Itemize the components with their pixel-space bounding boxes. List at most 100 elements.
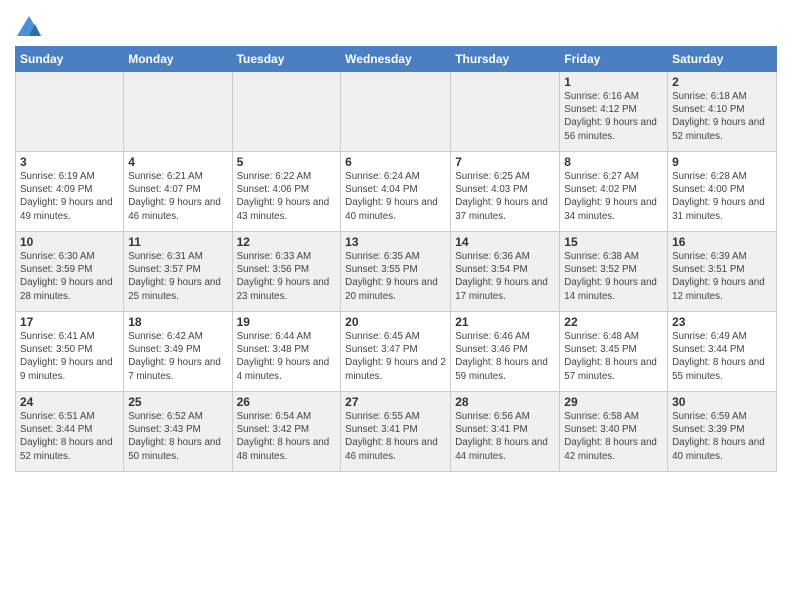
calendar-cell: 20Sunrise: 6:45 AM Sunset: 3:47 PM Dayli…	[341, 312, 451, 392]
day-info: Sunrise: 6:51 AM Sunset: 3:44 PM Dayligh…	[20, 410, 119, 463]
day-number: 21	[455, 315, 555, 329]
day-info: Sunrise: 6:48 AM Sunset: 3:45 PM Dayligh…	[564, 330, 663, 383]
day-info: Sunrise: 6:59 AM Sunset: 3:39 PM Dayligh…	[672, 410, 772, 463]
calendar-cell: 9Sunrise: 6:28 AM Sunset: 4:00 PM Daylig…	[668, 152, 777, 232]
calendar-cell: 28Sunrise: 6:56 AM Sunset: 3:41 PM Dayli…	[451, 392, 560, 472]
calendar-cell: 17Sunrise: 6:41 AM Sunset: 3:50 PM Dayli…	[16, 312, 124, 392]
header	[15, 10, 777, 42]
day-info: Sunrise: 6:54 AM Sunset: 3:42 PM Dayligh…	[237, 410, 337, 463]
day-number: 17	[20, 315, 119, 329]
calendar-cell: 24Sunrise: 6:51 AM Sunset: 3:44 PM Dayli…	[16, 392, 124, 472]
calendar-cell: 14Sunrise: 6:36 AM Sunset: 3:54 PM Dayli…	[451, 232, 560, 312]
calendar-cell	[124, 72, 232, 152]
calendar-week-row: 3Sunrise: 6:19 AM Sunset: 4:09 PM Daylig…	[16, 152, 777, 232]
day-number: 5	[237, 155, 337, 169]
calendar-cell: 23Sunrise: 6:49 AM Sunset: 3:44 PM Dayli…	[668, 312, 777, 392]
day-info: Sunrise: 6:16 AM Sunset: 4:12 PM Dayligh…	[564, 90, 663, 143]
calendar-cell: 6Sunrise: 6:24 AM Sunset: 4:04 PM Daylig…	[341, 152, 451, 232]
day-info: Sunrise: 6:24 AM Sunset: 4:04 PM Dayligh…	[345, 170, 446, 223]
calendar-header-sunday: Sunday	[16, 47, 124, 72]
calendar-cell: 16Sunrise: 6:39 AM Sunset: 3:51 PM Dayli…	[668, 232, 777, 312]
calendar-cell: 19Sunrise: 6:44 AM Sunset: 3:48 PM Dayli…	[232, 312, 341, 392]
day-info: Sunrise: 6:19 AM Sunset: 4:09 PM Dayligh…	[20, 170, 119, 223]
day-info: Sunrise: 6:18 AM Sunset: 4:10 PM Dayligh…	[672, 90, 772, 143]
day-number: 30	[672, 395, 772, 409]
day-info: Sunrise: 6:45 AM Sunset: 3:47 PM Dayligh…	[345, 330, 446, 383]
calendar-header-saturday: Saturday	[668, 47, 777, 72]
calendar-cell: 13Sunrise: 6:35 AM Sunset: 3:55 PM Dayli…	[341, 232, 451, 312]
calendar-cell: 10Sunrise: 6:30 AM Sunset: 3:59 PM Dayli…	[16, 232, 124, 312]
day-info: Sunrise: 6:55 AM Sunset: 3:41 PM Dayligh…	[345, 410, 446, 463]
day-info: Sunrise: 6:33 AM Sunset: 3:56 PM Dayligh…	[237, 250, 337, 303]
day-number: 13	[345, 235, 446, 249]
calendar-cell	[341, 72, 451, 152]
day-number: 24	[20, 395, 119, 409]
calendar-week-row: 10Sunrise: 6:30 AM Sunset: 3:59 PM Dayli…	[16, 232, 777, 312]
day-number: 14	[455, 235, 555, 249]
day-info: Sunrise: 6:25 AM Sunset: 4:03 PM Dayligh…	[455, 170, 555, 223]
day-info: Sunrise: 6:22 AM Sunset: 4:06 PM Dayligh…	[237, 170, 337, 223]
day-number: 25	[128, 395, 227, 409]
day-info: Sunrise: 6:44 AM Sunset: 3:48 PM Dayligh…	[237, 330, 337, 383]
day-number: 6	[345, 155, 446, 169]
calendar-cell: 1Sunrise: 6:16 AM Sunset: 4:12 PM Daylig…	[560, 72, 668, 152]
calendar-cell	[451, 72, 560, 152]
calendar-cell	[232, 72, 341, 152]
calendar-cell: 5Sunrise: 6:22 AM Sunset: 4:06 PM Daylig…	[232, 152, 341, 232]
day-info: Sunrise: 6:35 AM Sunset: 3:55 PM Dayligh…	[345, 250, 446, 303]
day-number: 10	[20, 235, 119, 249]
calendar-cell: 30Sunrise: 6:59 AM Sunset: 3:39 PM Dayli…	[668, 392, 777, 472]
calendar-cell: 29Sunrise: 6:58 AM Sunset: 3:40 PM Dayli…	[560, 392, 668, 472]
calendar-cell: 4Sunrise: 6:21 AM Sunset: 4:07 PM Daylig…	[124, 152, 232, 232]
day-info: Sunrise: 6:36 AM Sunset: 3:54 PM Dayligh…	[455, 250, 555, 303]
day-number: 15	[564, 235, 663, 249]
day-info: Sunrise: 6:52 AM Sunset: 3:43 PM Dayligh…	[128, 410, 227, 463]
day-info: Sunrise: 6:49 AM Sunset: 3:44 PM Dayligh…	[672, 330, 772, 383]
calendar-header-row: SundayMondayTuesdayWednesdayThursdayFrid…	[16, 47, 777, 72]
calendar-cell: 25Sunrise: 6:52 AM Sunset: 3:43 PM Dayli…	[124, 392, 232, 472]
day-number: 22	[564, 315, 663, 329]
day-info: Sunrise: 6:27 AM Sunset: 4:02 PM Dayligh…	[564, 170, 663, 223]
calendar-header-friday: Friday	[560, 47, 668, 72]
calendar-cell: 8Sunrise: 6:27 AM Sunset: 4:02 PM Daylig…	[560, 152, 668, 232]
day-number: 12	[237, 235, 337, 249]
calendar-cell: 2Sunrise: 6:18 AM Sunset: 4:10 PM Daylig…	[668, 72, 777, 152]
calendar-cell: 18Sunrise: 6:42 AM Sunset: 3:49 PM Dayli…	[124, 312, 232, 392]
day-info: Sunrise: 6:46 AM Sunset: 3:46 PM Dayligh…	[455, 330, 555, 383]
day-info: Sunrise: 6:58 AM Sunset: 3:40 PM Dayligh…	[564, 410, 663, 463]
day-number: 26	[237, 395, 337, 409]
day-info: Sunrise: 6:28 AM Sunset: 4:00 PM Dayligh…	[672, 170, 772, 223]
calendar-header-tuesday: Tuesday	[232, 47, 341, 72]
calendar-cell: 3Sunrise: 6:19 AM Sunset: 4:09 PM Daylig…	[16, 152, 124, 232]
calendar-cell: 27Sunrise: 6:55 AM Sunset: 3:41 PM Dayli…	[341, 392, 451, 472]
day-number: 3	[20, 155, 119, 169]
day-info: Sunrise: 6:56 AM Sunset: 3:41 PM Dayligh…	[455, 410, 555, 463]
day-number: 4	[128, 155, 227, 169]
calendar-header-thursday: Thursday	[451, 47, 560, 72]
logo-icon	[15, 14, 43, 42]
calendar-header-wednesday: Wednesday	[341, 47, 451, 72]
day-info: Sunrise: 6:31 AM Sunset: 3:57 PM Dayligh…	[128, 250, 227, 303]
day-info: Sunrise: 6:41 AM Sunset: 3:50 PM Dayligh…	[20, 330, 119, 383]
logo	[15, 14, 47, 42]
day-number: 18	[128, 315, 227, 329]
calendar-cell: 11Sunrise: 6:31 AM Sunset: 3:57 PM Dayli…	[124, 232, 232, 312]
calendar-cell: 15Sunrise: 6:38 AM Sunset: 3:52 PM Dayli…	[560, 232, 668, 312]
calendar-cell	[16, 72, 124, 152]
calendar-week-row: 1Sunrise: 6:16 AM Sunset: 4:12 PM Daylig…	[16, 72, 777, 152]
day-info: Sunrise: 6:38 AM Sunset: 3:52 PM Dayligh…	[564, 250, 663, 303]
calendar-cell: 22Sunrise: 6:48 AM Sunset: 3:45 PM Dayli…	[560, 312, 668, 392]
day-number: 28	[455, 395, 555, 409]
day-number: 19	[237, 315, 337, 329]
day-number: 16	[672, 235, 772, 249]
day-number: 2	[672, 75, 772, 89]
day-number: 20	[345, 315, 446, 329]
day-number: 8	[564, 155, 663, 169]
day-info: Sunrise: 6:21 AM Sunset: 4:07 PM Dayligh…	[128, 170, 227, 223]
day-number: 27	[345, 395, 446, 409]
day-number: 1	[564, 75, 663, 89]
day-info: Sunrise: 6:42 AM Sunset: 3:49 PM Dayligh…	[128, 330, 227, 383]
day-number: 11	[128, 235, 227, 249]
calendar-cell: 12Sunrise: 6:33 AM Sunset: 3:56 PM Dayli…	[232, 232, 341, 312]
calendar-week-row: 24Sunrise: 6:51 AM Sunset: 3:44 PM Dayli…	[16, 392, 777, 472]
